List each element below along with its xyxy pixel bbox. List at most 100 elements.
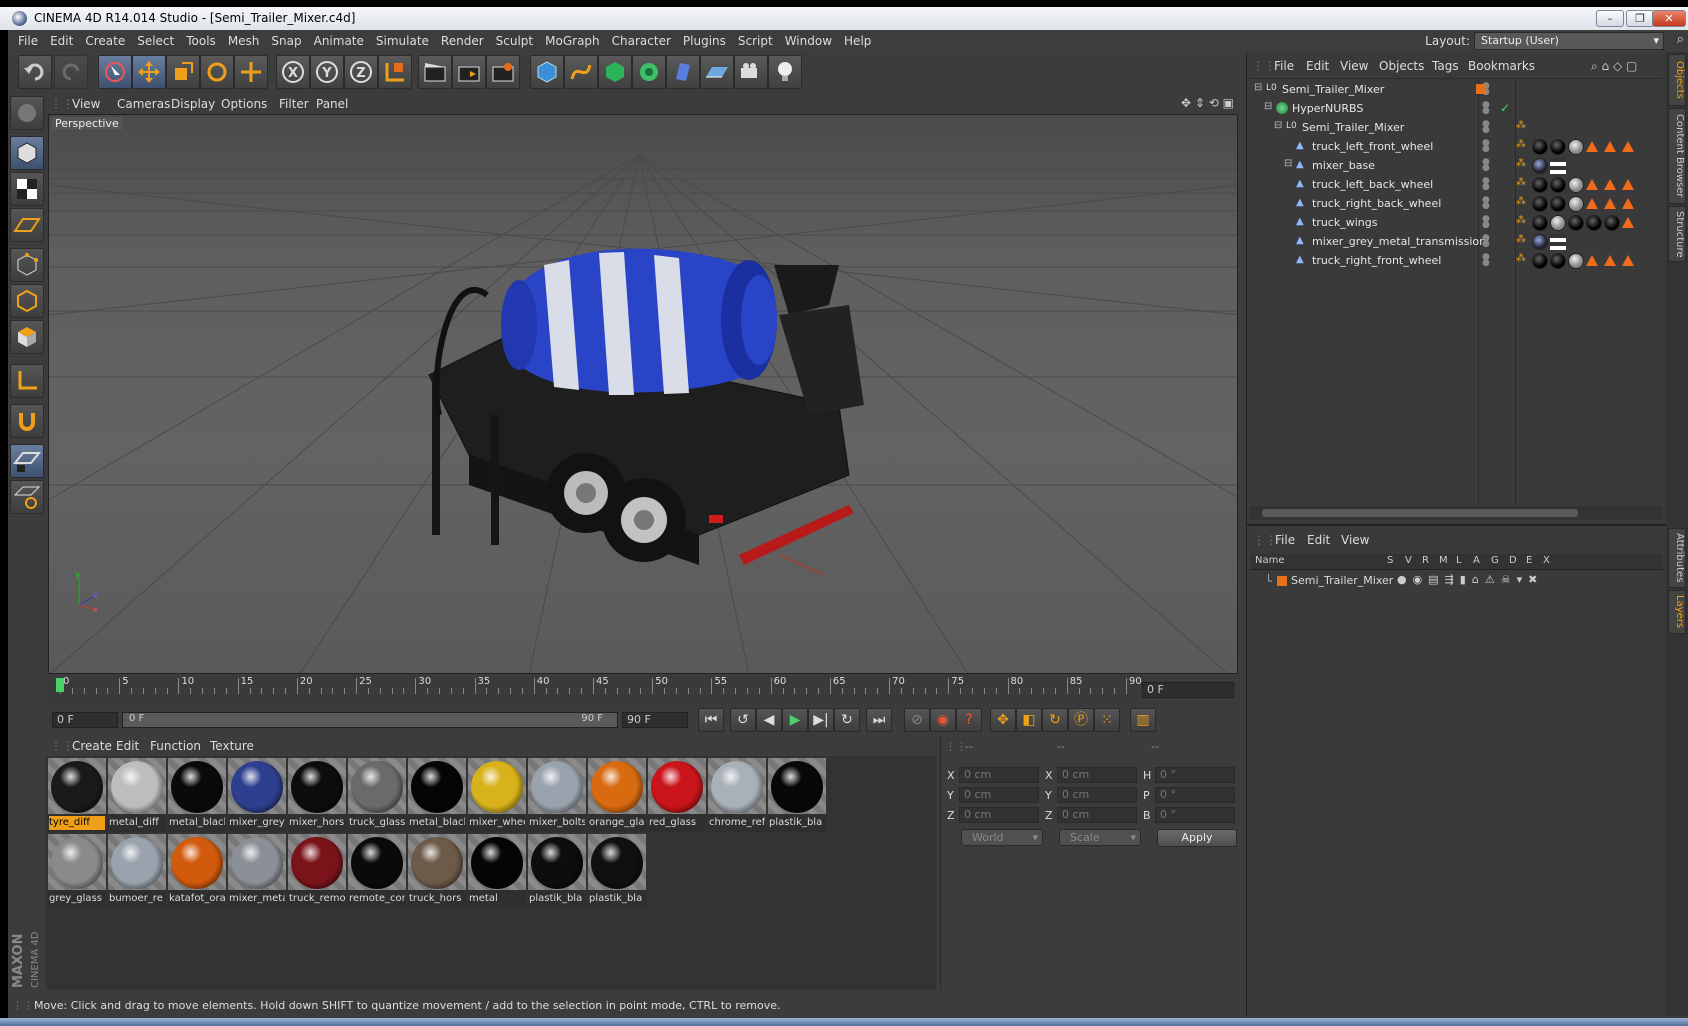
material-tag-icon[interactable] bbox=[1532, 158, 1548, 174]
material-tag-icon[interactable] bbox=[1532, 253, 1548, 269]
warning-triangle-icon[interactable] bbox=[1622, 179, 1634, 190]
object-row[interactable]: ▲ truck_wings ● ● ⁂ bbox=[1250, 213, 1662, 233]
go-to-previous-key-button[interactable]: ↺ bbox=[730, 708, 756, 732]
object-name[interactable]: Semi_Trailer_Mixer bbox=[1302, 121, 1404, 134]
material-swatch[interactable]: metal bbox=[468, 834, 526, 908]
material-tag-icon[interactable] bbox=[1532, 196, 1548, 212]
object-row[interactable]: ▲ truck_left_front_wheel ● ● ⁂ bbox=[1250, 137, 1662, 157]
scrollbar-thumb[interactable] bbox=[1262, 509, 1578, 517]
layer-color-swatch[interactable] bbox=[1476, 84, 1486, 94]
close-button[interactable]: ✕ bbox=[1652, 10, 1686, 27]
points-mode-button[interactable] bbox=[10, 248, 44, 282]
layer-column-r[interactable]: R bbox=[1422, 555, 1429, 566]
material-tag-icon[interactable] bbox=[1550, 215, 1566, 231]
material-menu-edit[interactable]: Edit bbox=[116, 739, 139, 753]
material-swatch[interactable]: metal_diff bbox=[108, 758, 166, 832]
material-menu-create[interactable]: Create bbox=[72, 739, 112, 753]
object-row[interactable]: L0⊟Semi_Trailer_Mixer●● bbox=[1250, 80, 1662, 100]
camera-button[interactable] bbox=[734, 55, 768, 89]
menu-snap[interactable]: Snap bbox=[265, 30, 307, 52]
object-horizontal-scrollbar[interactable] bbox=[1250, 506, 1662, 520]
object-row[interactable]: ▲ truck_right_front_wheel ● ● ⁂ bbox=[1250, 251, 1662, 271]
visibility-dots-icon[interactable]: ●● bbox=[1482, 101, 1490, 116]
menu-window[interactable]: Window bbox=[779, 30, 838, 52]
object-name[interactable]: mixer_base bbox=[1312, 159, 1375, 172]
object-name[interactable]: HyperNURBS bbox=[1292, 102, 1363, 115]
material-swatch[interactable]: truck_glass bbox=[348, 758, 406, 832]
rotate-tool[interactable] bbox=[200, 55, 234, 89]
go-to-next-key-button[interactable]: ↻ bbox=[834, 708, 860, 732]
viewport-menu-options[interactable]: Options bbox=[221, 97, 267, 111]
size-mode-dropdown[interactable]: Scale ▾ bbox=[1059, 829, 1141, 846]
pos-x-field[interactable]: 0 cm bbox=[959, 767, 1039, 783]
step-back-button[interactable]: ◀ bbox=[756, 708, 782, 732]
record-parameter-button[interactable]: Ⓟ bbox=[1068, 708, 1094, 732]
rot-h-field[interactable]: 0 ° bbox=[1155, 767, 1235, 783]
snap-button[interactable] bbox=[10, 404, 44, 438]
record-active-objects-button[interactable]: ⊘ bbox=[904, 708, 930, 732]
visibility-dots-icon[interactable]: ●● bbox=[1482, 120, 1490, 135]
warning-triangle-icon[interactable] bbox=[1622, 255, 1634, 266]
object-name[interactable]: Semi_Trailer_Mixer bbox=[1282, 83, 1384, 96]
warning-triangle-icon[interactable] bbox=[1604, 255, 1616, 266]
move-tool[interactable] bbox=[132, 55, 166, 89]
minimize-button[interactable]: – bbox=[1596, 10, 1624, 27]
coordinate-mode-dropdown[interactable]: World ▾ bbox=[961, 829, 1043, 846]
menu-tools[interactable]: Tools bbox=[180, 30, 222, 52]
material-swatch[interactable]: mixer_grey_ bbox=[228, 758, 286, 832]
camera-label[interactable]: Perspective bbox=[52, 117, 122, 130]
menu-mograph[interactable]: MoGraph bbox=[539, 30, 606, 52]
object-name[interactable]: truck_left_back_wheel bbox=[1312, 178, 1433, 191]
viewport-menu-cameras[interactable]: Cameras bbox=[117, 97, 170, 111]
material-tag-icon[interactable] bbox=[1604, 215, 1620, 231]
layer-name[interactable]: Semi_Trailer_Mixer bbox=[1291, 574, 1393, 587]
size-y-field[interactable]: 0 cm bbox=[1057, 787, 1137, 803]
menu-sculpt[interactable]: Sculpt bbox=[490, 30, 539, 52]
warning-triangle-icon[interactable] bbox=[1604, 179, 1616, 190]
layer-menu-file[interactable]: File bbox=[1275, 533, 1295, 547]
object-row[interactable]: ▲ truck_left_back_wheel ● ● ⁂ bbox=[1250, 175, 1662, 195]
material-swatch[interactable]: mixer_bolts bbox=[528, 758, 586, 832]
layer-column-s[interactable]: S bbox=[1387, 555, 1393, 566]
material-swatch[interactable]: tyre_diff bbox=[48, 758, 106, 832]
menu-edit[interactable]: Edit bbox=[44, 30, 79, 52]
menu-script[interactable]: Script bbox=[732, 30, 779, 52]
object-menu-bookmarks[interactable]: Bookmarks bbox=[1468, 59, 1535, 73]
deformer-button[interactable] bbox=[666, 55, 700, 89]
material-tag-icon[interactable] bbox=[1568, 196, 1584, 212]
play-button[interactable]: ▶ bbox=[782, 708, 808, 732]
redo-button[interactable] bbox=[54, 55, 88, 89]
object-name[interactable]: truck_left_front_wheel bbox=[1312, 140, 1433, 153]
rot-b-field[interactable]: 0 ° bbox=[1155, 807, 1235, 823]
object-search-icon[interactable]: ⌕ ⌂ ◇ ▢ bbox=[1591, 59, 1637, 74]
phong-tag-icon[interactable]: ⁂ bbox=[1516, 120, 1526, 131]
layer-color-swatch[interactable] bbox=[1277, 576, 1287, 586]
menu-help[interactable]: Help bbox=[838, 30, 877, 52]
pos-z-field[interactable]: 0 cm bbox=[959, 807, 1039, 823]
material-swatch[interactable]: red_glass bbox=[648, 758, 706, 832]
start-frame-field[interactable]: 0 F bbox=[52, 712, 118, 728]
spline-tool-button[interactable] bbox=[564, 55, 598, 89]
visibility-dots-icon[interactable]: ●● bbox=[1482, 139, 1490, 154]
warning-triangle-icon[interactable] bbox=[1622, 141, 1634, 152]
y-axis-lock[interactable]: Y bbox=[310, 55, 344, 89]
z-axis-lock[interactable]: Z bbox=[344, 55, 378, 89]
polygons-mode-button[interactable] bbox=[10, 320, 44, 354]
object-name[interactable]: truck_right_front_wheel bbox=[1312, 254, 1441, 267]
viewport-menu-view[interactable]: View bbox=[72, 97, 100, 111]
material-swatch[interactable]: mixer_whee bbox=[468, 758, 526, 832]
expand-toggle-icon[interactable]: ⊟ bbox=[1264, 101, 1272, 112]
layer-column-x[interactable]: X bbox=[1543, 555, 1550, 566]
planar-workplane-button[interactable] bbox=[10, 480, 44, 514]
warning-triangle-icon[interactable] bbox=[1622, 198, 1634, 209]
object-name[interactable]: truck_right_back_wheel bbox=[1312, 197, 1441, 210]
layer-toggle-icons[interactable]: ●◉▤⇶▮⌂⚠☠▾✖ bbox=[1397, 573, 1543, 586]
menu-animate[interactable]: Animate bbox=[308, 30, 370, 52]
material-swatch[interactable]: mixer_hors bbox=[288, 758, 346, 832]
layer-column-l[interactable]: L bbox=[1456, 555, 1462, 566]
material-tag-icon[interactable] bbox=[1532, 177, 1548, 193]
pos-y-field[interactable]: 0 cm bbox=[959, 787, 1039, 803]
edges-mode-button[interactable] bbox=[10, 284, 44, 318]
live-selection-tool[interactable] bbox=[98, 55, 132, 89]
material-swatch[interactable]: grey_glass bbox=[48, 834, 106, 908]
